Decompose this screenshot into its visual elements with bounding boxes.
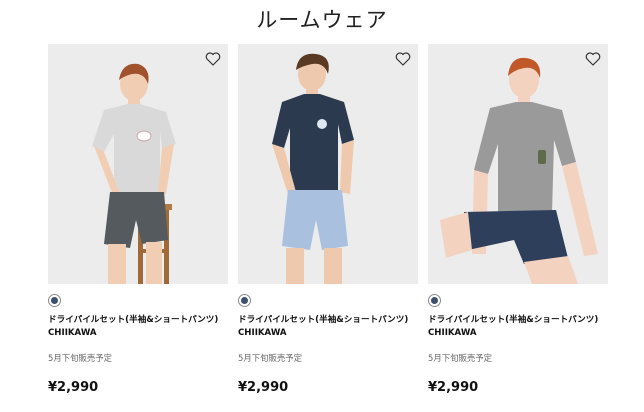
favorite-heart-icon[interactable]: [204, 50, 222, 68]
favorite-heart-icon[interactable]: [394, 50, 412, 68]
sale-status: 5月下旬販売予定: [48, 353, 112, 363]
product-brand: CHIIKAWA: [428, 328, 477, 338]
product-name[interactable]: ドライパイルセット(半袖&ショートパンツ): [238, 314, 418, 326]
product-price: ¥2,990: [428, 380, 479, 395]
model-photo: [238, 44, 418, 284]
swatch-color-fill: [51, 297, 58, 304]
color-swatch[interactable]: [238, 294, 251, 307]
swatch-color-fill: [431, 297, 438, 304]
product-image[interactable]: [428, 44, 608, 284]
product-price: ¥2,990: [238, 380, 289, 395]
favorite-heart-icon[interactable]: [584, 50, 602, 68]
model-photo: [428, 44, 608, 284]
swatch-color-fill: [241, 297, 248, 304]
product-name[interactable]: ドライパイルセット(半袖&ショートパンツ): [48, 314, 228, 326]
product-card[interactable]: ドライパイルセット(半袖&ショートパンツ) CHIIKAWA 5月下旬販売予定 …: [48, 44, 228, 396]
product-name[interactable]: ドライパイルセット(半袖&ショートパンツ): [428, 314, 608, 326]
color-swatch[interactable]: [48, 294, 61, 307]
color-swatch[interactable]: [428, 294, 441, 307]
product-brand: CHIIKAWA: [238, 328, 287, 338]
sale-status: 5月下旬販売予定: [238, 353, 302, 363]
product-image[interactable]: [48, 44, 228, 284]
product-brand: CHIIKAWA: [48, 328, 97, 338]
product-card[interactable]: ドライパイルセット(半袖&ショートパンツ) CHIIKAWA 5月下旬販売予定 …: [428, 44, 608, 396]
model-photo: [48, 44, 228, 284]
section-title: ルームウェア: [256, 8, 388, 32]
product-card[interactable]: ドライパイルセット(半袖&ショートパンツ) CHIIKAWA 5月下旬販売予定 …: [238, 44, 418, 396]
product-image[interactable]: [238, 44, 418, 284]
product-price: ¥2,990: [48, 380, 99, 395]
sale-status: 5月下旬販売予定: [428, 353, 492, 363]
